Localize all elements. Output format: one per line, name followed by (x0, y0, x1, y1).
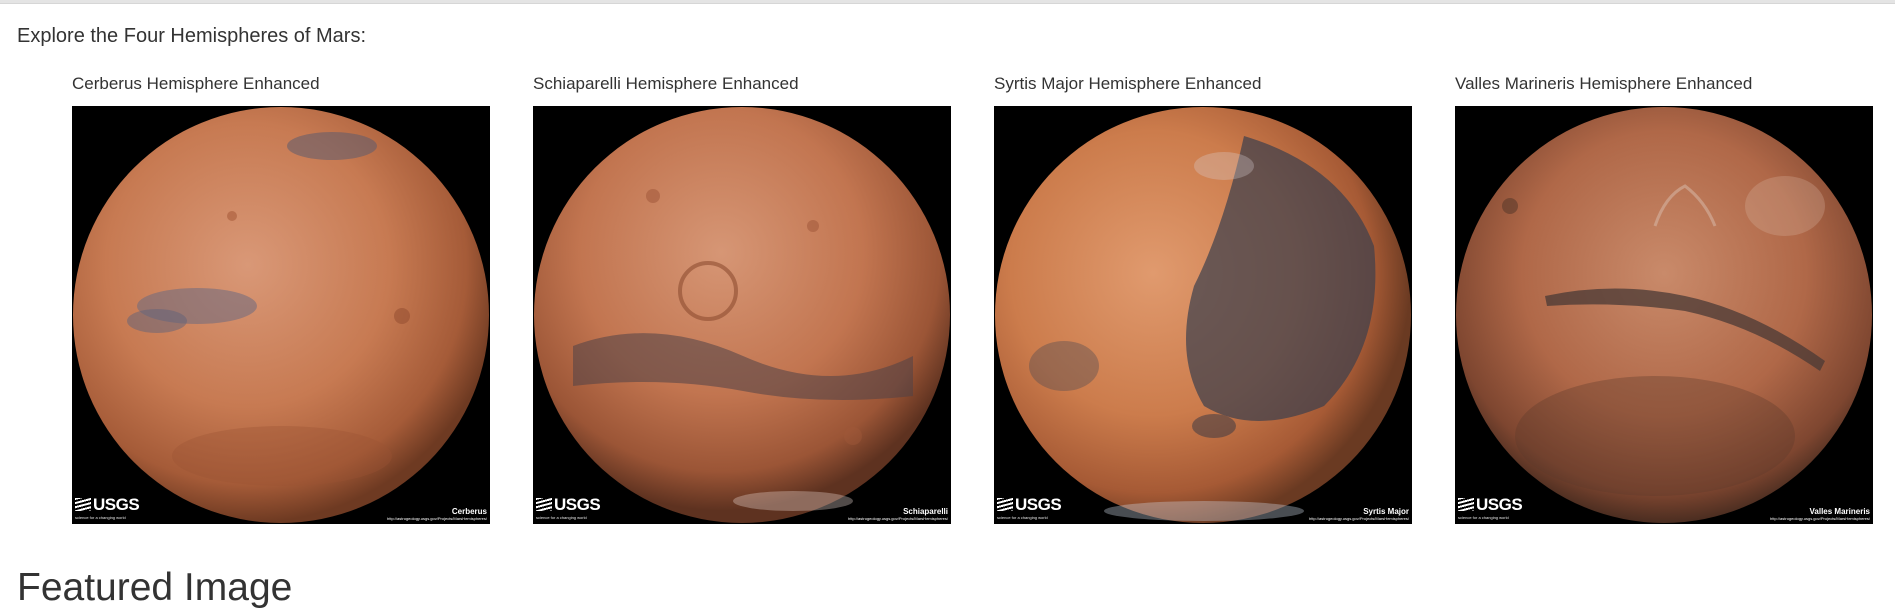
hemisphere-image-syrtis-major[interactable]: USGS science for a changing world Syrtis… (994, 106, 1412, 524)
hemisphere-card-cerberus: Cerberus Hemisphere Enhanced USGS scienc… (72, 74, 490, 524)
mars-globe-illustration (534, 107, 950, 523)
mars-globe-illustration (73, 107, 489, 523)
section-intro-text: Explore the Four Hemispheres of Mars: (17, 25, 367, 47)
hemisphere-image-valles-marineris[interactable]: USGS science for a changing world Valles… (1455, 106, 1873, 524)
hemisphere-title[interactable]: Cerberus Hemisphere Enhanced (72, 74, 490, 94)
mars-globe-illustration (995, 107, 1411, 523)
hemisphere-title[interactable]: Valles Marineris Hemisphere Enhanced (1455, 74, 1873, 94)
usgs-wave-icon (536, 498, 552, 511)
usgs-wave-icon (1458, 498, 1474, 511)
image-caption: Syrtis Major http://astrogeology.usgs.go… (1309, 506, 1409, 521)
page-top-divider (0, 0, 1895, 4)
usgs-wave-icon (75, 498, 91, 511)
hemisphere-title[interactable]: Syrtis Major Hemisphere Enhanced (994, 74, 1412, 94)
hemisphere-card-valles-marineris: Valles Marineris Hemisphere Enhanced USG… (1455, 74, 1873, 524)
usgs-logo: USGS science for a changing world (75, 495, 140, 520)
hemisphere-title[interactable]: Schiaparelli Hemisphere Enhanced (533, 74, 951, 94)
mars-globe-illustration (1456, 107, 1872, 523)
featured-image-heading: Featured Image (17, 566, 293, 609)
usgs-logo: USGS science for a changing world (1458, 495, 1523, 520)
image-caption: Cerberus http://astrogeology.usgs.gov/Pr… (387, 506, 487, 521)
usgs-wave-icon (997, 498, 1013, 511)
hemisphere-image-schiaparelli[interactable]: USGS science for a changing world Schiap… (533, 106, 951, 524)
hemisphere-image-cerberus[interactable]: USGS science for a changing world Cerber… (72, 106, 490, 524)
hemisphere-card-syrtis-major: Syrtis Major Hemisphere Enhanced USGS sc… (994, 74, 1412, 524)
usgs-logo: USGS science for a changing world (536, 495, 601, 520)
image-caption: Valles Marineris http://astrogeology.usg… (1770, 506, 1870, 521)
image-caption: Schiaparelli http://astrogeology.usgs.go… (848, 506, 948, 521)
usgs-logo: USGS science for a changing world (997, 495, 1062, 520)
hemisphere-card-schiaparelli: Schiaparelli Hemisphere Enhanced USGS sc… (533, 74, 951, 524)
